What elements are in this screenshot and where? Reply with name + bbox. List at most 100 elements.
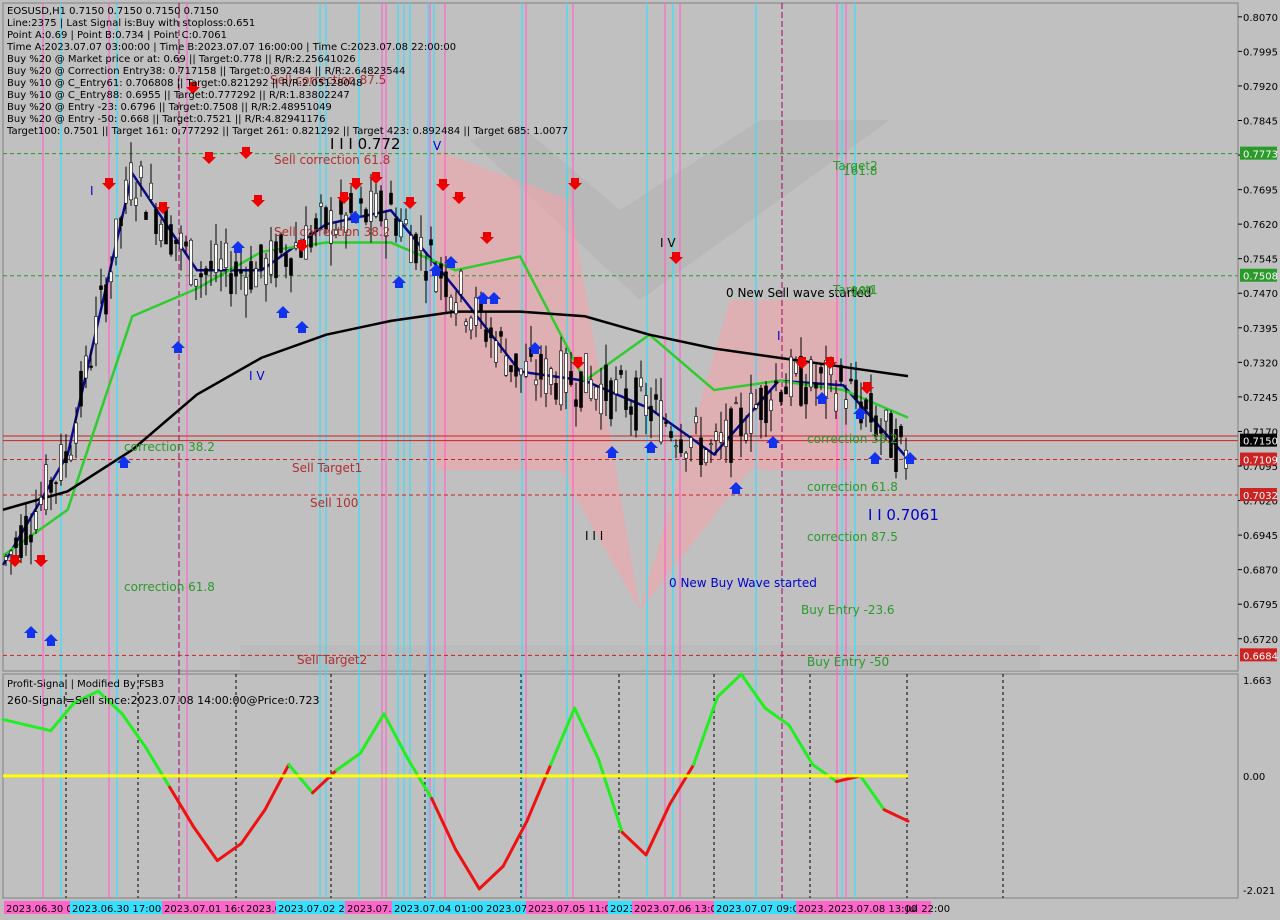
- y-axis-label: 0.7245: [1243, 393, 1278, 404]
- candle-body: [249, 261, 253, 290]
- header-info-line: Point A:0.69 | Point B:0.734 | Point C:0…: [7, 30, 227, 41]
- chart-annotation: Sell correction 61.8: [274, 153, 390, 167]
- candle-body: [154, 208, 158, 235]
- candle-body: [704, 449, 708, 463]
- candle-body: [69, 454, 73, 461]
- candle-body: [124, 179, 128, 204]
- candle-body: [424, 270, 428, 281]
- chart-canvas[interactable]: Sell correction 87.5Sell correction 61.8…: [0, 0, 1280, 920]
- candle-body: [394, 218, 398, 236]
- y-axis-label: 0.7695: [1243, 186, 1278, 197]
- y-axis-label: 0.7920: [1243, 82, 1278, 93]
- candle-body: [289, 258, 293, 276]
- candle-body: [509, 365, 513, 373]
- chart-annotation: I V: [249, 369, 265, 383]
- candle-body: [164, 207, 168, 245]
- candle-body: [774, 380, 778, 384]
- candle-body: [539, 353, 543, 380]
- candle-body: [624, 388, 628, 410]
- candle-body: [669, 431, 673, 438]
- y-axis-label: 0.6945: [1243, 531, 1278, 542]
- candle-body: [419, 237, 423, 251]
- candle-body: [639, 377, 643, 387]
- candle-body: [534, 379, 538, 386]
- candle-body: [524, 360, 528, 377]
- candle-body: [59, 444, 63, 481]
- candle-body: [614, 379, 618, 395]
- y-axis-label: 0.7845: [1243, 116, 1278, 127]
- candle-body: [234, 261, 238, 277]
- candle-body: [844, 399, 848, 409]
- candle-body: [134, 197, 138, 206]
- candle-body: [114, 218, 118, 258]
- candle-body: [9, 550, 13, 555]
- candle-body: [599, 383, 603, 415]
- candle-body: [224, 242, 228, 269]
- candle-body: [699, 437, 703, 466]
- candle-body: [149, 182, 153, 200]
- candle-body: [444, 271, 448, 298]
- candle-body: [204, 268, 208, 275]
- candle-body: [84, 355, 88, 379]
- y-axis-label: 0.7995: [1243, 47, 1278, 58]
- x-axis-label: 2023.06.30 17:00: [72, 904, 161, 915]
- chart-annotation: I V: [660, 236, 676, 250]
- candle-body: [884, 409, 888, 422]
- candle-body: [194, 279, 198, 287]
- candle-body: [814, 382, 818, 389]
- y-axis-label: 0.7620: [1243, 220, 1278, 231]
- candle-body: [834, 393, 838, 412]
- chart-annotation: correction 38.2: [124, 440, 215, 454]
- candle-body: [19, 525, 23, 558]
- candle-body: [99, 285, 103, 290]
- candle-body: [619, 370, 623, 375]
- header-info-line: Buy %20 @ Market price or at: 0.69 || Ta…: [7, 54, 356, 65]
- candle-body: [869, 393, 873, 423]
- osc-y-axis-label: 1.663: [1243, 676, 1272, 687]
- candle-body: [724, 419, 728, 447]
- candle-body: [4, 556, 8, 561]
- x-axis-label: 2023.07.06 13:00: [634, 904, 723, 915]
- candle-body: [464, 321, 468, 326]
- candle-body: [109, 271, 113, 283]
- candle-body: [414, 233, 418, 264]
- candle-body: [494, 340, 498, 363]
- candle-body: [374, 193, 378, 217]
- candle-body: [714, 431, 718, 441]
- candle-body: [899, 425, 903, 438]
- candle-body: [544, 358, 548, 394]
- candle-body: [259, 244, 263, 270]
- candle-body: [54, 482, 58, 484]
- candle-body: [784, 386, 788, 395]
- price-tag-label: 0.7032: [1243, 491, 1278, 502]
- header-info-line: Buy %20 @ Correction Entry38: 0.717158 |…: [7, 66, 405, 77]
- candle-body: [229, 273, 233, 294]
- header-info-line: Buy %20 @ Entry -50: 0.668 || Target:0.7…: [7, 114, 325, 125]
- candle-body: [184, 241, 188, 247]
- price-tag-label: 0.7109: [1243, 456, 1278, 467]
- x-axis-label: Jul 22:00: [905, 904, 950, 915]
- price-tag-label: 0.6684: [1243, 651, 1278, 662]
- chart-annotation: Buy Entry -23.6: [801, 603, 895, 617]
- x-axis-label: 2023.07.04 01:00: [394, 904, 483, 915]
- candle-body: [559, 350, 563, 406]
- candle-body: [14, 537, 18, 549]
- candle-body: [119, 217, 123, 227]
- candle-body: [29, 534, 33, 543]
- candle-body: [379, 190, 383, 222]
- candle-body: [594, 386, 598, 400]
- candle-body: [469, 317, 473, 331]
- candle-body: [574, 399, 578, 407]
- candle-body: [179, 232, 183, 250]
- candle-body: [684, 452, 688, 459]
- candle-body: [34, 511, 38, 530]
- candle-body: [264, 258, 268, 285]
- price-tag-label: 0.7150: [1243, 437, 1278, 448]
- candle-body: [174, 239, 178, 244]
- candle-body: [654, 394, 658, 400]
- header-info-line: Buy %10 @ C_Entry61: 0.706808 || Target:…: [7, 78, 362, 89]
- candle-body: [474, 297, 478, 326]
- candle-body: [24, 515, 28, 545]
- candle-body: [554, 382, 558, 400]
- header-info-line: Target100: 0.7501 || Target 161: 0.77729…: [6, 126, 568, 137]
